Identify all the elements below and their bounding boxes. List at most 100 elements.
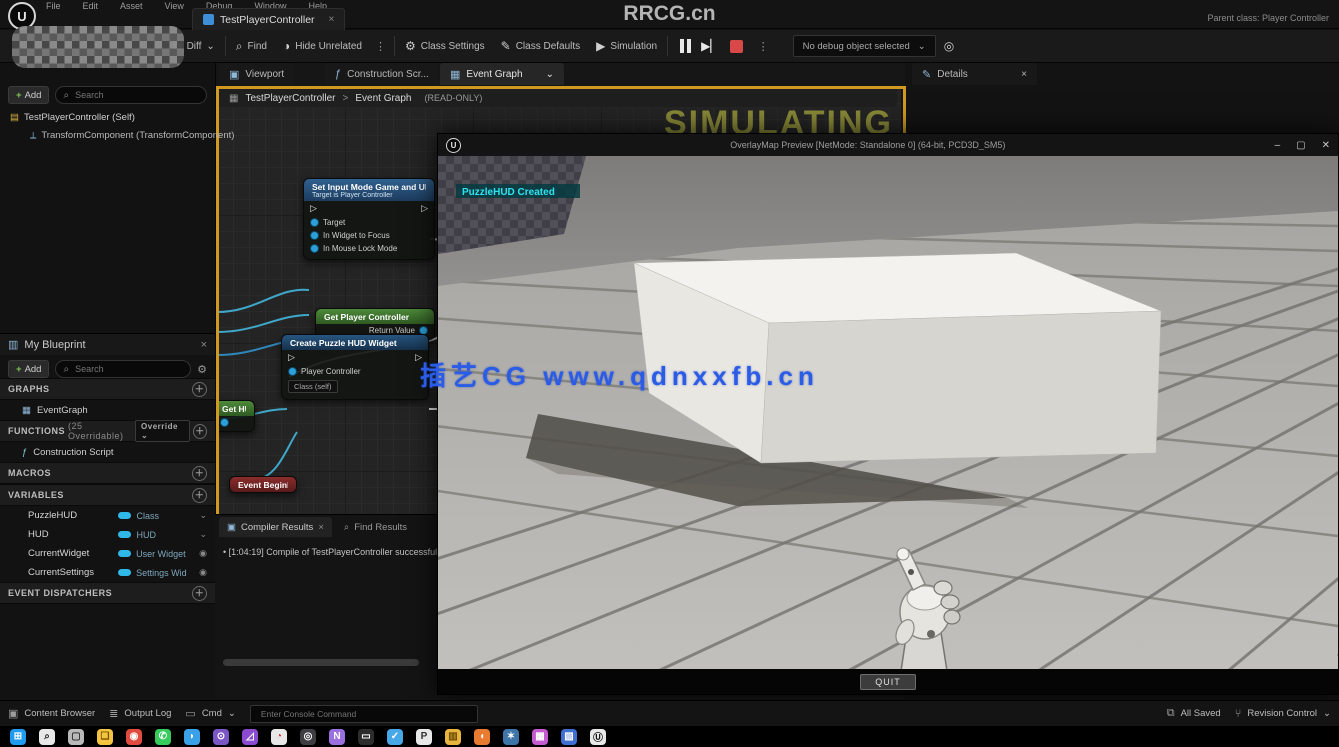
menu-view[interactable]: View bbox=[163, 1, 186, 11]
taskbar-icon-patreon[interactable]: P bbox=[416, 729, 432, 745]
section-graphs[interactable]: GRAPHS ＋ bbox=[0, 378, 215, 400]
taskbar-icon-obs[interactable]: ◎ bbox=[300, 729, 316, 745]
component-child-item[interactable]: ⟂ TransformComponent (TransformComponent… bbox=[30, 130, 234, 141]
input-pin[interactable] bbox=[310, 231, 319, 240]
exec-out-pin[interactable]: ▷ bbox=[421, 203, 428, 214]
taskbar-icon-start[interactable]: ⊞ bbox=[10, 729, 26, 745]
hide-unrelated-button[interactable]: ◑Hide Unrelated bbox=[275, 30, 370, 62]
exec-in-pin[interactable]: ▷ bbox=[288, 352, 295, 363]
debug-object-dropdown[interactable]: No debug object selected⌄ bbox=[793, 35, 936, 57]
breadcrumb-root[interactable]: TestPlayerController bbox=[245, 93, 335, 104]
chevron-down-icon[interactable]: ⌄ bbox=[199, 529, 207, 540]
variable-row[interactable]: CurrentWidget User Widget ◉ bbox=[0, 544, 215, 563]
filter-gear-icon[interactable]: ⚙ bbox=[197, 363, 207, 376]
taskbar-icon-files[interactable]: ▥ bbox=[445, 729, 461, 745]
add-function-icon[interactable]: ＋ bbox=[193, 424, 207, 439]
console-command-input[interactable] bbox=[259, 708, 469, 720]
close-icon[interactable]: × bbox=[1021, 69, 1027, 80]
taskbar-icon-blender[interactable]: ✶ bbox=[503, 729, 519, 745]
class-defaults-button[interactable]: ✎Class Defaults bbox=[493, 30, 589, 62]
horizontal-scrollbar[interactable] bbox=[223, 659, 419, 666]
maximize-button[interactable]: ▢ bbox=[1296, 140, 1305, 151]
add-graph-icon[interactable]: ＋ bbox=[192, 382, 207, 397]
tab-compiler-results[interactable]: ▣ Compiler Results × bbox=[219, 517, 332, 537]
taskbar-icon-search[interactable]: ⌕ bbox=[39, 729, 55, 745]
taskbar-icon-notion[interactable]: N bbox=[329, 729, 345, 745]
tab-testplayercontroller[interactable]: TestPlayerController × bbox=[192, 8, 345, 30]
frame-skip-button[interactable]: ▶▏ bbox=[701, 39, 719, 53]
menu-file[interactable]: File bbox=[44, 1, 63, 11]
add-blueprint-item-button[interactable]: +Add bbox=[8, 360, 49, 378]
minimize-button[interactable]: – bbox=[1275, 140, 1281, 151]
variable-row[interactable]: HUD HUD ⌄ bbox=[0, 525, 215, 544]
all-saved-button[interactable]: ⧉All Saved bbox=[1167, 707, 1221, 720]
taskbar-icon-chrome[interactable]: ◉ bbox=[126, 729, 142, 745]
tab-details[interactable]: ✎Details × bbox=[912, 63, 1037, 85]
node-get-hud[interactable]: Get HUD bbox=[213, 400, 255, 432]
node-event-beginplay[interactable]: Event BeginPlay bbox=[229, 476, 297, 493]
exec-in-pin[interactable]: ▷ bbox=[310, 203, 317, 214]
taskbar-icon-terminal[interactable]: ▭ bbox=[358, 729, 374, 745]
taskbar-icon-app-blue[interactable]: ▧ bbox=[561, 729, 577, 745]
close-icon[interactable]: × bbox=[201, 339, 207, 351]
preview-titlebar[interactable]: U OverlayMap Preview [NetMode: Standalon… bbox=[438, 134, 1338, 156]
chevron-down-icon[interactable]: ⌄ bbox=[546, 69, 554, 80]
transport-options-icon[interactable]: ⋮ bbox=[753, 40, 775, 53]
input-pin[interactable] bbox=[288, 367, 297, 376]
section-event-dispatchers[interactable]: EVENT DISPATCHERS ＋ bbox=[0, 582, 215, 604]
taskbar-icon-firefox[interactable]: ◖ bbox=[474, 729, 490, 745]
item-eventgraph[interactable]: ▦ EventGraph bbox=[0, 400, 215, 420]
tab-my-blueprint[interactable]: ▥ My Blueprint × bbox=[0, 333, 215, 355]
taskbar-icon-whatsapp[interactable]: ✆ bbox=[155, 729, 171, 745]
browse-debug-object-button[interactable]: ◎ bbox=[936, 30, 962, 62]
pause-button[interactable] bbox=[680, 39, 691, 53]
add-dispatcher-icon[interactable]: ＋ bbox=[192, 586, 207, 601]
game-viewport[interactable]: PuzzleHUD Created bbox=[438, 156, 1338, 671]
add-macro-icon[interactable]: ＋ bbox=[192, 466, 207, 481]
section-functions[interactable]: FUNCTIONS (25 Overridable) Override ⌄ ＋ bbox=[0, 420, 215, 442]
revision-control-button[interactable]: ⑂Revision Control ⌄ bbox=[1235, 708, 1331, 720]
my-blueprint-search-input[interactable] bbox=[73, 363, 183, 375]
components-search-input[interactable] bbox=[73, 89, 199, 101]
item-construction-script[interactable]: ƒ Construction Script bbox=[0, 442, 215, 462]
stop-button[interactable] bbox=[730, 40, 743, 53]
component-root-item[interactable]: ▤ TestPlayerController (Self) bbox=[10, 112, 135, 123]
tab-find-results[interactable]: ⌕Find Results bbox=[336, 517, 415, 537]
tab-construction-script[interactable]: ƒConstruction Scr... bbox=[325, 63, 439, 85]
taskbar-icon-twitter[interactable]: ✓ bbox=[387, 729, 403, 745]
eye-icon[interactable]: ◉ bbox=[199, 548, 207, 559]
components-search[interactable]: ⌕ bbox=[55, 86, 207, 104]
find-button[interactable]: ⌕Find bbox=[228, 30, 275, 62]
exec-out-pin[interactable]: ▷ bbox=[415, 352, 422, 363]
close-button[interactable]: ✕ bbox=[1322, 140, 1330, 151]
taskbar-icon-edge[interactable]: ◗ bbox=[184, 729, 200, 745]
menu-edit[interactable]: Edit bbox=[81, 1, 101, 11]
eye-icon[interactable]: ◉ bbox=[199, 567, 207, 578]
output-pin[interactable] bbox=[220, 418, 229, 427]
my-blueprint-search[interactable]: ⌕ bbox=[55, 360, 191, 378]
input-pin[interactable] bbox=[310, 218, 319, 227]
close-icon[interactable]: × bbox=[318, 522, 324, 533]
variable-row[interactable]: CurrentSettings Settings Wid ◉ bbox=[0, 563, 215, 582]
taskbar-icon-file-explorer[interactable]: ❏ bbox=[97, 729, 113, 745]
node-create-widget[interactable]: Create Puzzle HUD Widget ▷ ▷ Player Cont… bbox=[281, 334, 429, 400]
more-options-icon[interactable]: ⋮ bbox=[370, 40, 392, 53]
section-macros[interactable]: MACROS ＋ bbox=[0, 462, 215, 484]
add-component-button[interactable]: +Add bbox=[8, 86, 49, 104]
menu-asset[interactable]: Asset bbox=[118, 1, 145, 11]
cmd-dropdown[interactable]: ▭Cmd ⌄ bbox=[185, 707, 235, 720]
taskbar-icon-task-view[interactable]: ▢ bbox=[68, 729, 84, 745]
override-dropdown[interactable]: Override ⌄ bbox=[135, 420, 190, 442]
breadcrumb-page[interactable]: Event Graph bbox=[355, 93, 411, 104]
console-command-field[interactable] bbox=[250, 705, 478, 723]
section-variables[interactable]: VARIABLES ＋ bbox=[0, 484, 215, 506]
quit-button[interactable]: QUIT bbox=[860, 674, 916, 690]
output-log-button[interactable]: ≣Output Log bbox=[109, 707, 171, 720]
variable-row[interactable]: PuzzleHUD Class ⌄ bbox=[0, 506, 215, 525]
input-pin[interactable] bbox=[310, 244, 319, 253]
taskbar-icon-unreal[interactable]: Ⓤ bbox=[590, 729, 606, 745]
add-variable-icon[interactable]: ＋ bbox=[192, 488, 207, 503]
tab-event-graph[interactable]: ▦Event Graph ⌄ bbox=[440, 63, 564, 85]
content-browser-button[interactable]: ▣Content Browser bbox=[8, 707, 95, 720]
taskbar-icon-discord[interactable]: ⊙ bbox=[213, 729, 229, 745]
